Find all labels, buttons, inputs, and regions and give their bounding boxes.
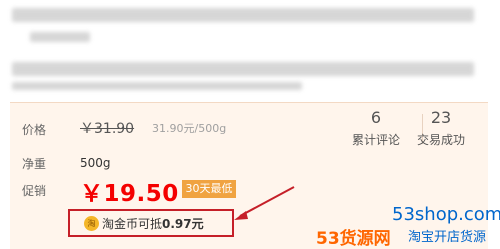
blurred-title-line-1 (12, 8, 474, 22)
blurred-title-line-2 (30, 32, 90, 42)
coupon-text-prefix: 淘金币可抵 (102, 217, 163, 231)
sales-label[interactable]: 交易成功 (406, 131, 476, 148)
price-label: 价格 (22, 123, 47, 137)
taobao-coin-icon: 淘 (84, 216, 99, 231)
promo-label: 促销 (22, 184, 47, 198)
reviews-count[interactable]: 6 (341, 108, 411, 127)
coupon-text[interactable]: 淘金币可抵0.97元 (102, 215, 204, 232)
original-price: ￥31.90 (80, 121, 135, 137)
promo-price: ￥19.50 (80, 181, 179, 207)
unit-price: 31.90元/500g (152, 122, 227, 135)
lowest-price-badge: 30天最低 (182, 180, 236, 198)
blurred-subtitle-line-2 (12, 82, 302, 90)
weight-value: 500g (80, 156, 111, 170)
coupon-amount: 0.97元 (162, 217, 204, 231)
watermark-site: 53shop.com (392, 204, 500, 225)
watermark-brand: 53货源网 (316, 229, 391, 249)
sales-count[interactable]: 23 (406, 108, 476, 127)
annotation-arrow-icon (234, 186, 295, 220)
watermark-slogan: 淘宝开店货源 (408, 230, 487, 245)
blurred-subtitle-line-1 (12, 62, 474, 76)
reviews-label[interactable]: 累计评论 (341, 131, 411, 148)
weight-label: 净重 (22, 157, 47, 171)
